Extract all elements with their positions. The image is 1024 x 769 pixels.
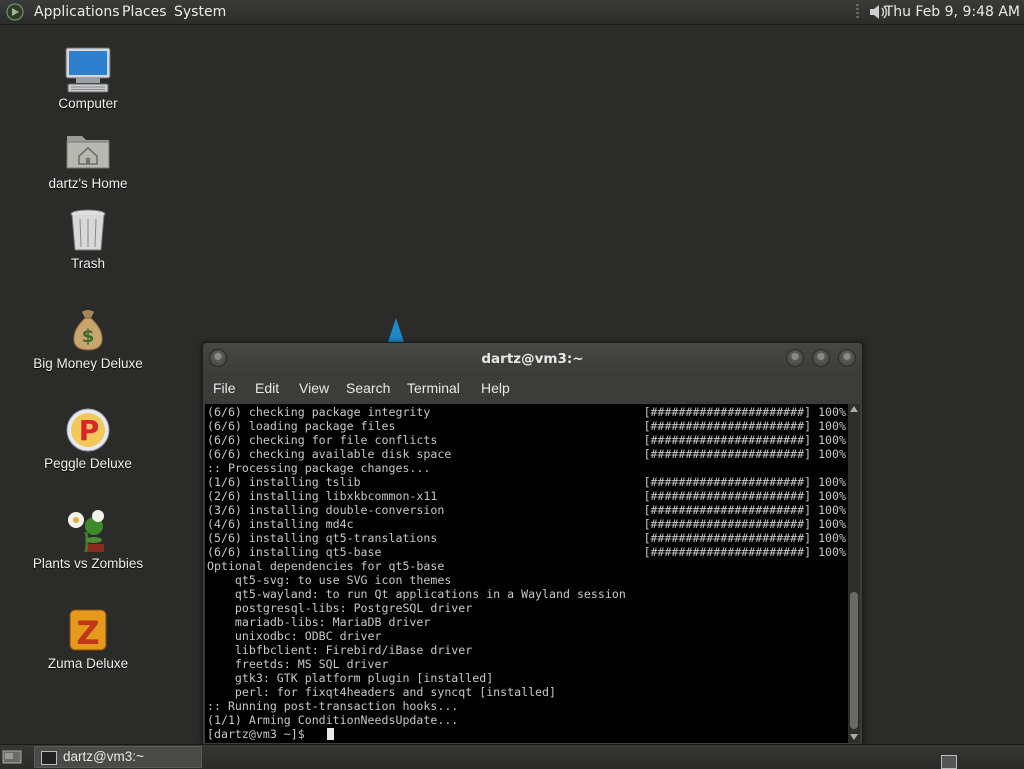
desktop-icon-label: Zuma Deluxe	[47, 656, 129, 671]
menu-applications[interactable]: Applications	[34, 0, 120, 24]
desktop-icon-label: Peggle Deluxe	[44, 456, 132, 471]
terminal-line: (4/6) installing md4c	[207, 517, 354, 531]
desktop-icon-home[interactable]: dartz's Home	[8, 126, 168, 191]
desktop-icon-label: dartz's Home	[48, 176, 128, 191]
top-panel: Applications Places System Thu Feb 9, 9:…	[0, 0, 1024, 25]
progress-bar-text: [######################] 100%	[643, 419, 846, 433]
terminal-line: [dartz@vm3 ~]$	[207, 727, 312, 741]
show-desktop-icon[interactable]	[2, 749, 22, 765]
app-menu-logo-icon[interactable]	[6, 3, 24, 21]
home-folder-icon	[66, 136, 110, 169]
peggle-icon: P	[66, 408, 110, 452]
terminal-line: mariadb-libs: MariaDB driver	[207, 615, 431, 629]
terminal-window[interactable]: dartz@vm3:~ File Edit View Search Termin…	[202, 342, 863, 746]
bottom-panel: dartz@vm3:~	[0, 744, 1024, 769]
terminal-line: unixodbc: ODBC driver	[207, 629, 382, 643]
desktop-icon-peggle[interactable]: P Peggle Deluxe	[8, 406, 168, 471]
terminal-menu-bar: File Edit View Search Terminal Help	[203, 375, 862, 403]
svg-text:Z: Z	[76, 614, 99, 652]
scrollbar[interactable]	[848, 404, 860, 743]
title-bar[interactable]: dartz@vm3:~	[203, 343, 862, 375]
desktop-icon-zuma[interactable]: Z Zuma Deluxe	[8, 606, 168, 671]
desktop-icon-plants-vs-zombies[interactable]: Plants vs Zombies	[8, 506, 168, 571]
close-button[interactable]	[838, 349, 856, 367]
menu-places[interactable]: Places	[122, 0, 167, 24]
desktop-icon-big-money[interactable]: $ Big Money Deluxe	[8, 306, 168, 371]
terminal-icon	[41, 751, 57, 765]
desktop-icon-label: Plants vs Zombies	[32, 556, 144, 571]
terminal-line: (1/6) installing tslib	[207, 475, 361, 489]
scrollbar-thumb[interactable]	[850, 592, 858, 729]
zuma-icon: Z	[69, 609, 107, 652]
menu-system[interactable]: System	[174, 0, 226, 24]
progress-bar-text: [######################] 100%	[643, 545, 846, 559]
terminal-line: (1/1) Arming ConditionNeedsUpdate...	[207, 713, 459, 727]
workspace-switcher[interactable]	[941, 755, 957, 769]
clock[interactable]: Thu Feb 9, 9:48 AM	[885, 0, 1020, 24]
progress-bar-text: [######################] 100%	[643, 433, 846, 447]
terminal-line: Optional dependencies for qt5-base	[207, 559, 445, 573]
money-bag-icon: $	[73, 310, 103, 351]
minimize-button[interactable]	[786, 349, 804, 367]
desktop-icon-label: Big Money Deluxe	[33, 356, 143, 371]
terminal-line: freetds: MS SQL driver	[207, 657, 389, 671]
progress-bar-text: [######################] 100%	[643, 475, 846, 489]
menu-edit[interactable]: Edit	[255, 380, 279, 396]
text-cursor	[327, 728, 334, 740]
menu-file[interactable]: File	[213, 380, 236, 396]
terminal-output[interactable]: (6/6) checking package integrity [#######…	[205, 404, 848, 743]
terminal-line: gtk3: GTK platform plugin [installed]	[207, 671, 494, 685]
terminal-line: (6/6) installing qt5-base	[207, 545, 382, 559]
progress-bar-text: [######################] 100%	[643, 531, 846, 545]
desktop-icon-trash[interactable]: Trash	[8, 206, 168, 271]
desktop-icon-computer[interactable]: Computer	[8, 46, 168, 111]
menu-search[interactable]: Search	[346, 380, 390, 396]
progress-bar-text: [######################] 100%	[643, 489, 846, 503]
terminal-line: perl: for fixqt4headers and syncqt [inst…	[207, 685, 557, 699]
terminal-line: libfbclient: Firebird/iBase driver	[207, 643, 473, 657]
terminal-line: (6/6) loading package files	[207, 419, 396, 433]
desktop-icon-label: Computer	[58, 96, 118, 111]
svg-text:$: $	[82, 326, 95, 347]
taskbar-window-label: dartz@vm3:~	[63, 749, 144, 764]
progress-bar-text: [######################] 100%	[643, 503, 846, 517]
plants-vs-zombies-icon	[68, 510, 104, 553]
progress-bar-text: [######################] 100%	[643, 405, 846, 419]
terminal-line: (6/6) checking available disk space	[207, 447, 452, 461]
maximize-button[interactable]	[812, 349, 830, 367]
panel-separator	[856, 4, 859, 20]
window-title: dartz@vm3:~	[481, 351, 584, 367]
svg-text:P: P	[79, 414, 100, 447]
menu-view[interactable]: View	[299, 380, 329, 396]
desktop-icon-label: Trash	[70, 256, 105, 271]
scroll-down-arrow-icon[interactable]	[850, 734, 858, 740]
computer-icon	[65, 47, 111, 93]
terminal-line: qt5-svg: to use SVG icon themes	[207, 573, 452, 587]
scroll-up-arrow-icon[interactable]	[850, 406, 858, 412]
progress-bar-text: [######################] 100%	[643, 517, 846, 531]
taskbar-window-button[interactable]: dartz@vm3:~	[34, 746, 202, 768]
trash-icon	[70, 209, 106, 251]
terminal-line: (6/6) checking for file conflicts	[207, 433, 438, 447]
terminal-line: (6/6) checking package integrity	[207, 405, 431, 419]
terminal-line: (5/6) installing qt5-translations	[207, 531, 438, 545]
terminal-line: postgresql-libs: PostgreSQL driver	[207, 601, 473, 615]
terminal-line: (2/6) installing libxkbcommon-x11	[207, 489, 438, 503]
terminal-line: :: Running post-transaction hooks...	[207, 699, 459, 713]
terminal-line: qt5-wayland: to run Qt applications in a…	[207, 587, 626, 601]
menu-help[interactable]: Help	[481, 380, 510, 396]
menu-terminal[interactable]: Terminal	[407, 380, 460, 396]
mouse-pointer	[388, 318, 404, 342]
terminal-line: :: Processing package changes...	[207, 461, 431, 475]
terminal-line: (3/6) installing double-conversion	[207, 503, 445, 517]
progress-bar-text: [######################] 100%	[643, 447, 846, 461]
